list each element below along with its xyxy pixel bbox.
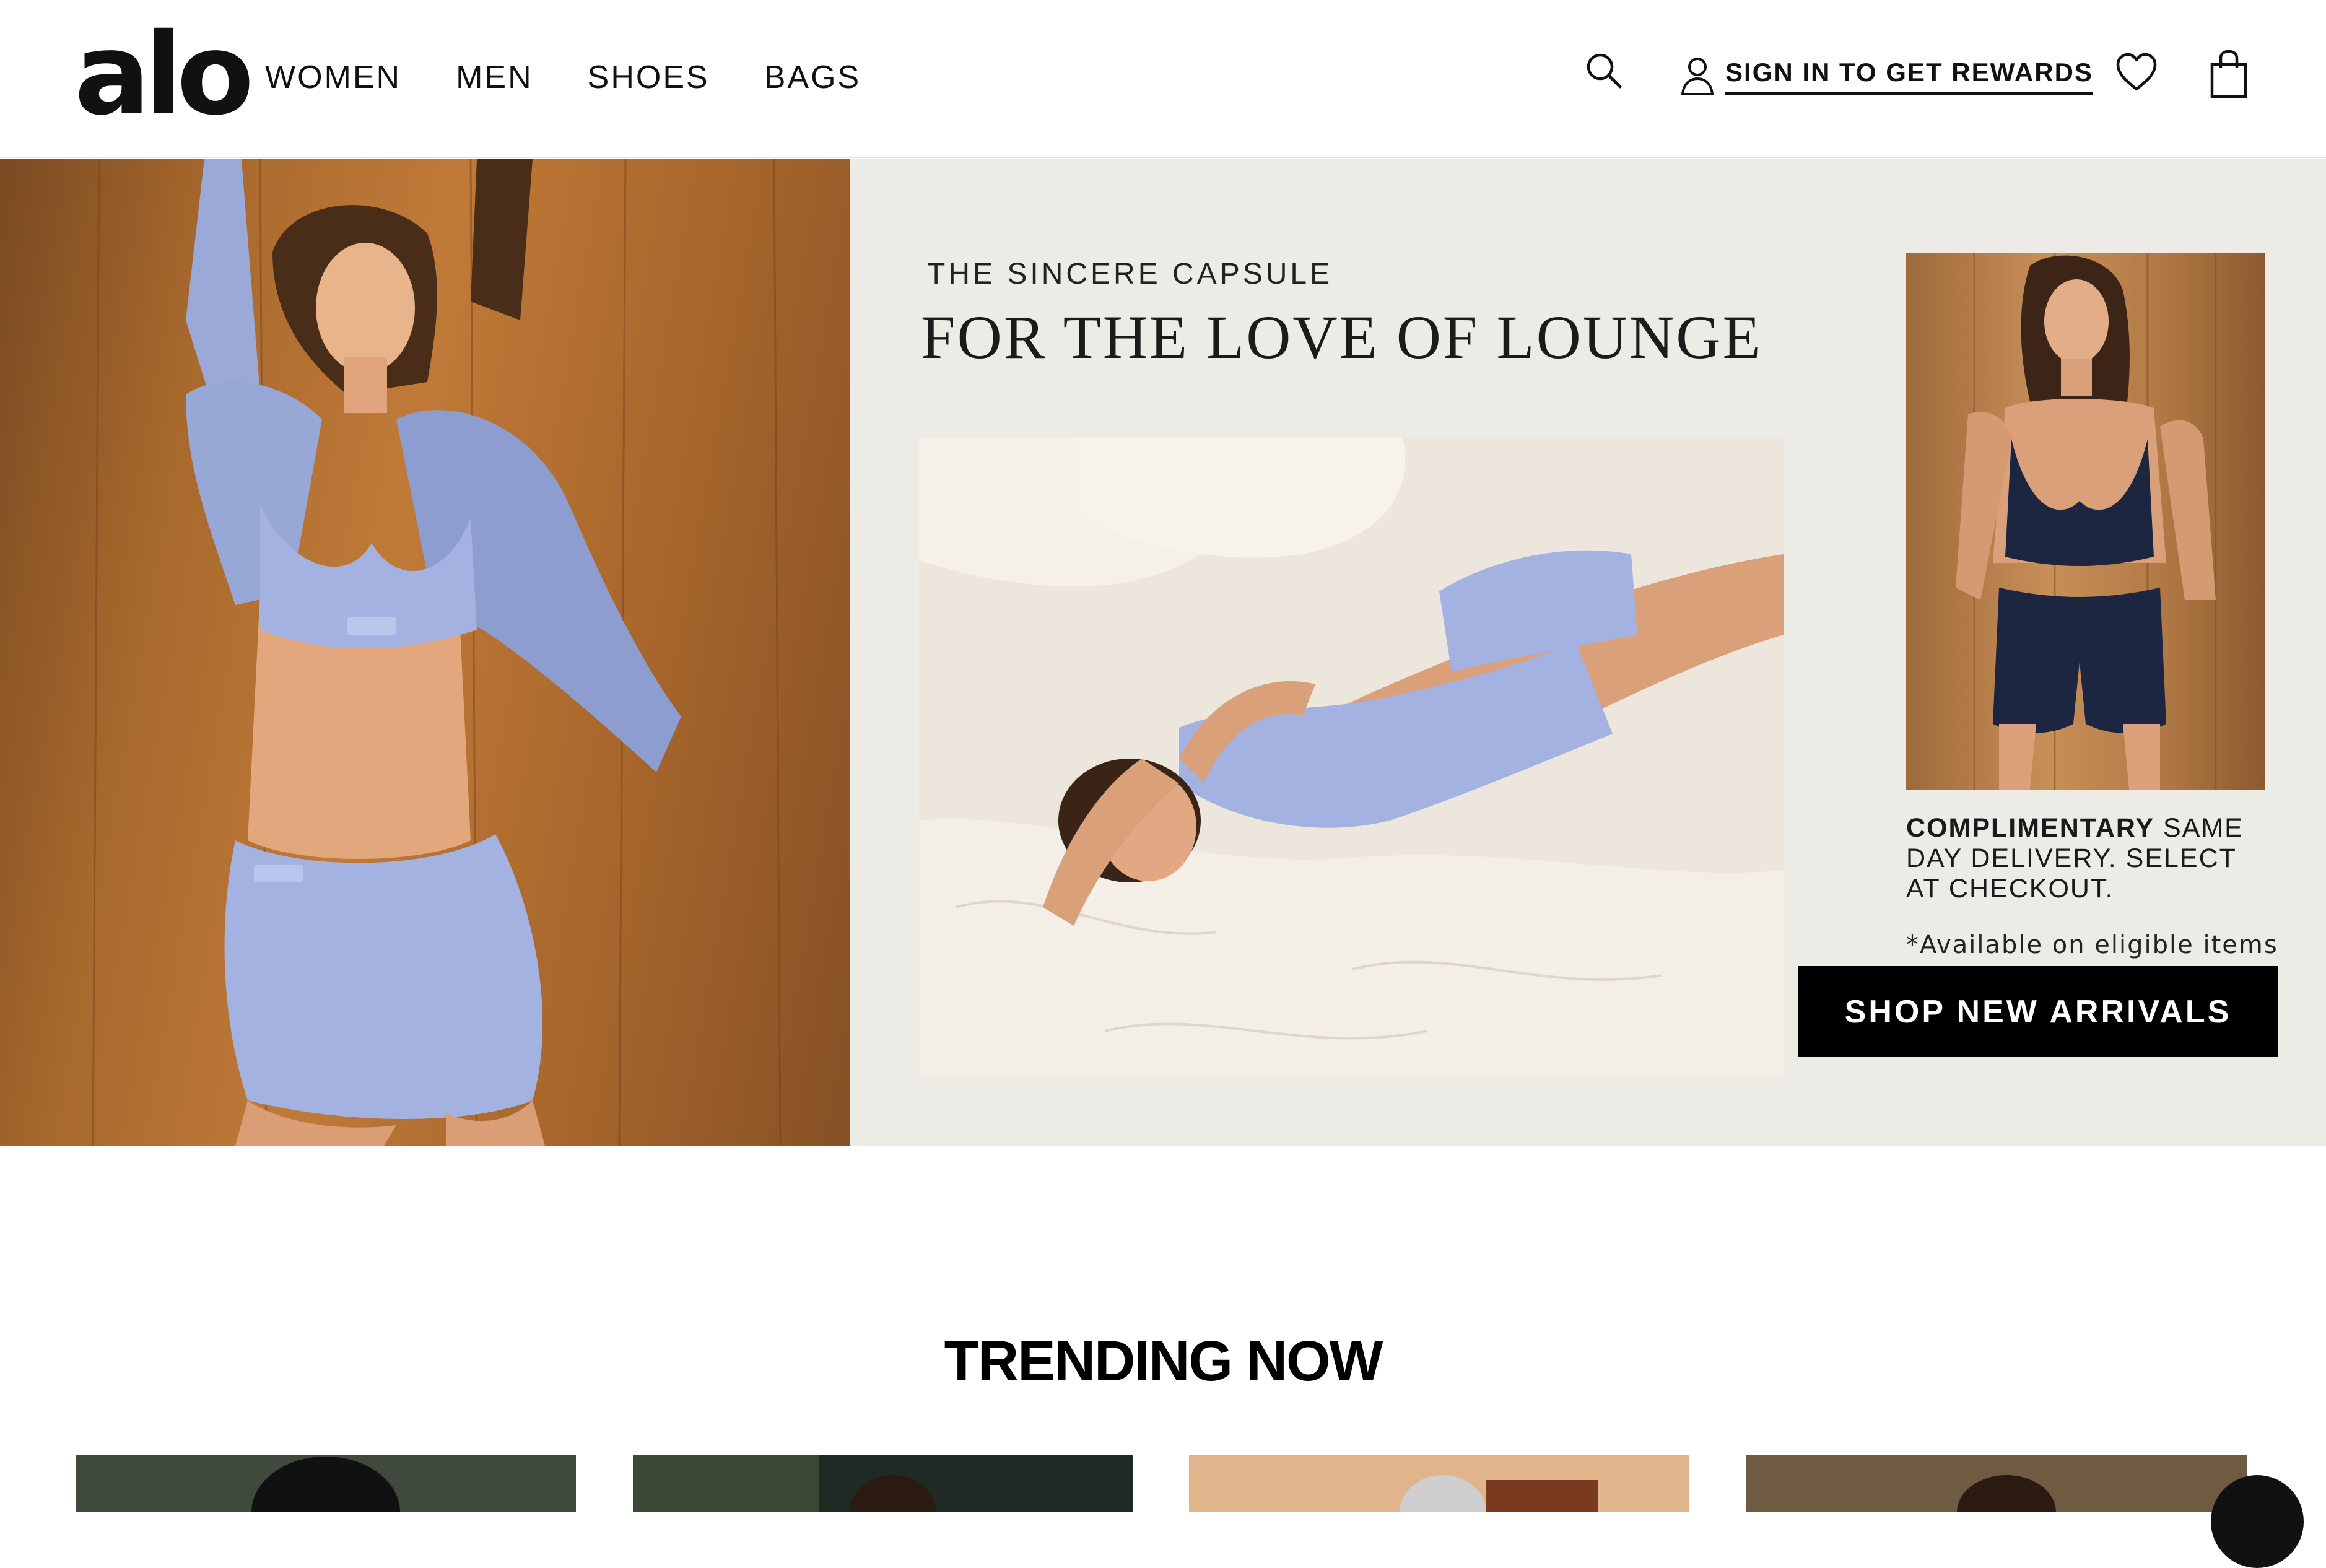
- delivery-note: COMPLIMENTARY SAME DAY DELIVERY. SELECT …: [1906, 813, 2253, 904]
- product-card[interactable]: [1189, 1455, 1689, 1512]
- hero-banner[interactable]: THE SINCERE CAPSULE FOR THE LOVE OF LOUN…: [0, 159, 2326, 1146]
- delivery-bold: COMPLIMENTARY: [1906, 813, 2155, 843]
- hero-photo-center[interactable]: [919, 437, 1784, 1076]
- logo-tag: [347, 617, 396, 635]
- product-image: [76, 1455, 576, 1512]
- model-on-bed-illustration: [919, 437, 1784, 1076]
- hero-kicker: THE SINCERE CAPSULE: [927, 258, 1333, 290]
- sign-in-label: SIGN IN TO GET REWARDS: [1725, 56, 2093, 95]
- product-image: [1746, 1455, 2247, 1512]
- shop-new-arrivals-button[interactable]: SHOP NEW ARRIVALS: [1798, 966, 2278, 1057]
- shopping-bag-icon[interactable]: [2210, 50, 2248, 99]
- main-nav: WOMEN MEN SHOES BAGS: [265, 59, 861, 96]
- product-image: [633, 1455, 1133, 1512]
- search-icon[interactable]: [1585, 48, 1623, 95]
- sign-in-rewards-link[interactable]: SIGN IN TO GET REWARDS: [1679, 56, 2093, 100]
- alo-logo[interactable]: alo: [74, 12, 254, 136]
- hero-photo-side[interactable]: [1906, 253, 2265, 790]
- product-card[interactable]: [1746, 1455, 2247, 1512]
- hero-headline: FOR THE LOVE OF LOUNGE: [921, 303, 1762, 372]
- site-header: alo WOMEN MEN SHOES BAGS SIGN IN TO GET …: [0, 0, 2326, 158]
- nav-bags[interactable]: BAGS: [764, 59, 861, 96]
- nav-shoes[interactable]: SHOES: [588, 59, 710, 96]
- hero-photo-left[interactable]: [0, 159, 850, 1146]
- model-navy-set-illustration: [1956, 253, 2217, 790]
- trending-title: TRENDING NOW: [944, 1330, 1383, 1393]
- fine-print: *Available on eligible items: [1906, 931, 2278, 959]
- product-image: [1189, 1455, 1689, 1512]
- product-card[interactable]: [633, 1455, 1133, 1512]
- nav-women[interactable]: WOMEN: [265, 59, 401, 96]
- chat-widget-icon[interactable]: [2211, 1475, 2304, 1568]
- nav-men[interactable]: MEN: [456, 59, 533, 96]
- product-card[interactable]: [76, 1455, 576, 1512]
- user-icon: [1681, 58, 1714, 95]
- heart-icon[interactable]: [2115, 52, 2158, 93]
- model-lounge-illustration: [92, 159, 782, 1146]
